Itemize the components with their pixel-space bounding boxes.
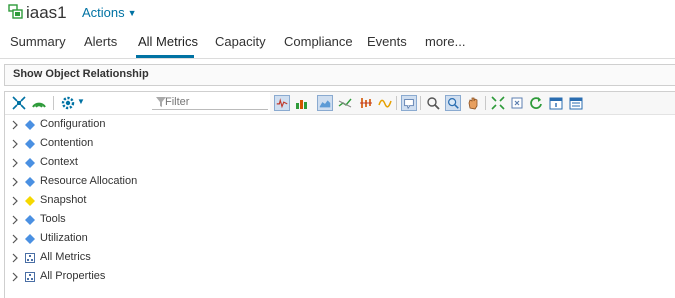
yellow-diamond-icon [25, 196, 35, 206]
chart-panel [270, 91, 675, 298]
trend-line-icon[interactable] [337, 95, 353, 111]
tab-compliance[interactable]: Compliance [284, 34, 353, 49]
gear-chevron-down-icon[interactable]: ▼ [77, 97, 85, 106]
diamond-icon [25, 158, 35, 168]
toolbar-separator [485, 96, 486, 110]
tree-item-all-metrics[interactable]: All Metrics [5, 249, 271, 268]
chevron-right-icon[interactable] [11, 215, 19, 225]
zoom-all-icon[interactable] [445, 95, 461, 111]
tree-item-utilization[interactable]: Utilization [5, 230, 271, 249]
filter-input[interactable] [152, 95, 268, 110]
health-signal-icon[interactable] [31, 95, 47, 111]
chevron-right-icon[interactable] [11, 234, 19, 244]
tree-item-label: Configuration [40, 118, 106, 130]
remove-chart-icon[interactable] [509, 95, 525, 111]
diamond-icon [25, 177, 35, 187]
diamond-icon [25, 139, 35, 149]
diamond-icon [25, 234, 35, 244]
chevron-right-icon[interactable] [11, 253, 19, 263]
tree-item-label: Snapshot [40, 194, 87, 206]
toolbar-separator [396, 96, 397, 110]
stacked-chart-icon[interactable] [294, 95, 310, 111]
tree-item-snapshot[interactable]: Snapshot [5, 192, 271, 211]
actions-label: Actions [82, 5, 125, 20]
tree-item-tools[interactable]: Tools [5, 211, 271, 230]
chevron-right-icon[interactable] [11, 177, 19, 187]
chevron-right-icon[interactable] [11, 120, 19, 130]
tab-bar: Summary Alerts All Metrics Capacity Comp… [0, 28, 675, 59]
toolbar-separator [53, 96, 54, 110]
hierarchy-icon [25, 272, 35, 282]
object-title: iaas1 [26, 3, 67, 22]
zoom-icon[interactable] [425, 95, 441, 111]
dynamic-threshold-icon[interactable] [358, 95, 374, 111]
chevron-right-icon[interactable] [11, 272, 19, 282]
toolbar-separator [420, 96, 421, 110]
tab-more[interactable]: more... [425, 34, 465, 49]
refresh-icon[interactable] [528, 95, 544, 111]
gear-icon[interactable] [60, 95, 76, 111]
pan-hand-icon[interactable] [465, 95, 481, 111]
metrics-tree-panel: ▼ Configuration Contention Context Resou… [4, 91, 272, 298]
active-tab-indicator [136, 55, 194, 58]
wave-chart-icon[interactable] [377, 95, 393, 111]
tree-item-label: Utilization [40, 232, 88, 244]
tree-item-resource-allocation[interactable]: Resource Allocation [5, 173, 271, 192]
object-header: iaas1 Actions ▼ [0, 0, 675, 28]
tab-events[interactable]: Events [367, 34, 407, 49]
tree-item-label: Resource Allocation [40, 175, 138, 187]
tree-item-label: All Properties [40, 270, 106, 282]
hierarchy-icon [25, 253, 35, 263]
calendar-day-icon[interactable] [548, 95, 564, 111]
tab-all-metrics[interactable]: All Metrics [138, 34, 198, 49]
line-chart-icon[interactable] [274, 95, 290, 111]
chart-toolbar [270, 92, 675, 115]
tree-item-configuration[interactable]: Configuration [5, 116, 271, 135]
diamond-icon [25, 120, 35, 130]
vm-icon [8, 4, 23, 19]
show-object-relationship-label: Show Object Relationship [13, 68, 149, 80]
tab-summary[interactable]: Summary [10, 34, 66, 49]
tree-item-label: Contention [40, 137, 94, 149]
tooltip-icon[interactable] [401, 95, 417, 111]
tab-capacity[interactable]: Capacity [215, 34, 266, 49]
tree-item-all-properties[interactable]: All Properties [5, 268, 271, 287]
chevron-down-icon: ▼ [127, 8, 137, 18]
collapse-all-icon[interactable] [11, 95, 27, 111]
chevron-right-icon[interactable] [11, 158, 19, 168]
calendar-range-icon[interactable] [568, 95, 584, 111]
diamond-icon [25, 215, 35, 225]
chevron-right-icon[interactable] [11, 139, 19, 149]
tree-item-label: Context [40, 156, 78, 168]
actions-menu[interactable]: Actions ▼ [82, 5, 137, 20]
tab-alerts[interactable]: Alerts [84, 34, 117, 49]
area-chart-icon[interactable] [317, 95, 333, 111]
chevron-right-icon[interactable] [11, 196, 19, 206]
tree-item-context[interactable]: Context [5, 154, 271, 173]
tree-item-label: Tools [40, 213, 66, 225]
tree-item-label: All Metrics [40, 251, 91, 263]
tree-toolbar: ▼ [5, 92, 271, 115]
tree-item-contention[interactable]: Contention [5, 135, 271, 154]
fit-all-icon[interactable] [490, 95, 506, 111]
show-object-relationship-bar[interactable]: Show Object Relationship [4, 64, 675, 86]
